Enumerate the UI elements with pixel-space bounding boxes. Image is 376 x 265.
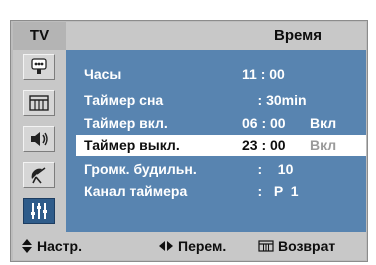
row-value: : 10 bbox=[242, 161, 294, 177]
hint-return-label: Возврат bbox=[278, 238, 336, 254]
hint-return: Возврат bbox=[258, 232, 335, 260]
row-label: Громк. будильн. bbox=[84, 161, 197, 177]
hint-move-label: Перем. bbox=[178, 238, 227, 254]
row-value: : 30min bbox=[242, 92, 307, 108]
category-sidebar bbox=[13, 50, 66, 232]
row-value: 11 : 00 bbox=[242, 66, 285, 82]
menu-title-bar: Время bbox=[66, 22, 366, 50]
input-icon[interactable] bbox=[23, 54, 55, 80]
menu-row-alarm-volume[interactable]: Громк. будильн. : 10 bbox=[84, 159, 360, 180]
menu-row-off-timer[interactable]: Таймер выкл. 23 : 00 Вкл bbox=[76, 135, 366, 156]
picture-icon[interactable] bbox=[23, 90, 55, 116]
channel-icon[interactable] bbox=[23, 162, 55, 188]
menu-title: Время bbox=[274, 27, 322, 44]
row-label: Канал таймера bbox=[84, 183, 188, 199]
row-suffix: Вкл bbox=[310, 115, 337, 131]
row-label: Таймер сна bbox=[84, 92, 164, 108]
menu-row-timer-channel[interactable]: Канал таймера : P 1 bbox=[84, 181, 360, 202]
row-label: Часы bbox=[84, 66, 122, 82]
menu-row-sleep-timer[interactable]: Таймер сна : 30min bbox=[84, 90, 360, 111]
row-label: Таймер вкл. bbox=[84, 115, 168, 131]
footer-hints: Настр. Перем. Возврат bbox=[13, 232, 366, 260]
left-right-arrows-icon bbox=[158, 240, 174, 252]
menu-row-clock[interactable]: Часы 11 : 00 bbox=[84, 64, 360, 85]
menu-row-on-timer[interactable]: Таймер вкл. 06 : 00 Вкл bbox=[84, 113, 360, 134]
setup-icon[interactable] bbox=[23, 198, 55, 224]
sound-icon[interactable] bbox=[23, 126, 55, 152]
up-down-arrows-icon bbox=[21, 238, 33, 254]
menu-icon bbox=[258, 240, 274, 252]
hint-move: Перем. bbox=[158, 232, 226, 260]
row-value: 06 : 00 bbox=[242, 115, 286, 131]
row-suffix: Вкл bbox=[310, 137, 337, 153]
row-value: : P 1 bbox=[242, 183, 299, 199]
tv-tab[interactable]: TV bbox=[13, 22, 66, 50]
row-label: Таймер выкл. bbox=[84, 137, 180, 153]
hint-adjust-label: Настр. bbox=[37, 238, 82, 254]
row-value: 23 : 00 bbox=[242, 137, 286, 153]
hint-adjust: Настр. bbox=[21, 232, 82, 260]
